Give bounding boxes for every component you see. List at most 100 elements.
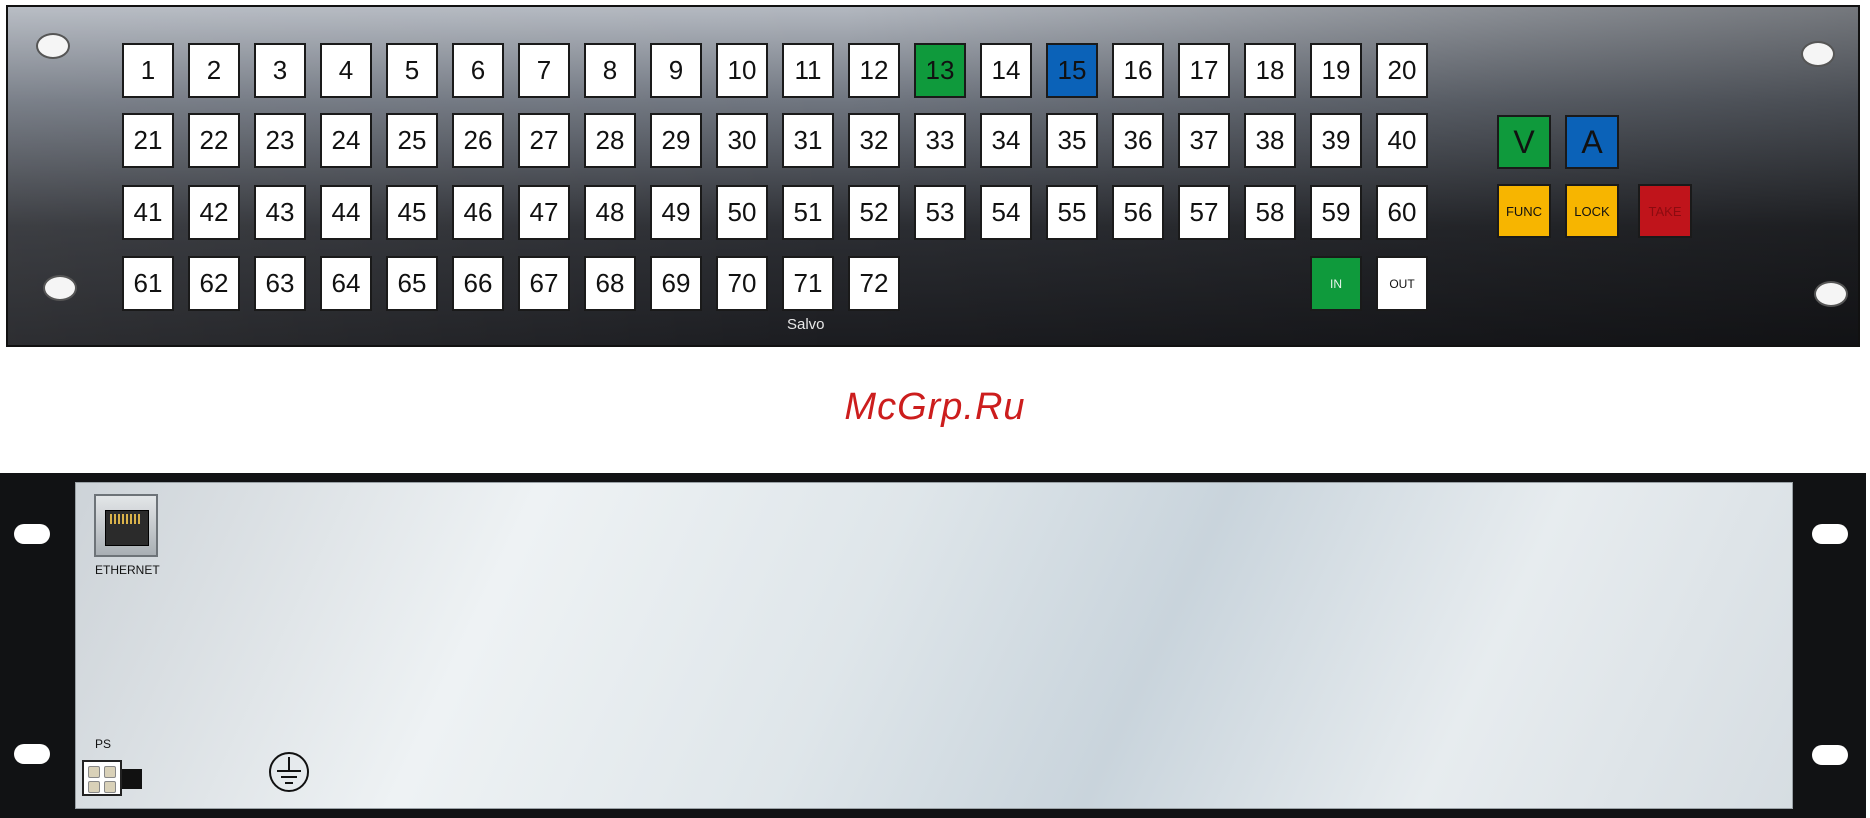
key-53[interactable]: 53 [914, 185, 966, 240]
key-57[interactable]: 57 [1178, 185, 1230, 240]
key-14[interactable]: 14 [980, 43, 1032, 98]
key-68[interactable]: 68 [584, 256, 636, 311]
key-45[interactable]: 45 [386, 185, 438, 240]
key-39[interactable]: 39 [1310, 113, 1362, 168]
key-33[interactable]: 33 [914, 113, 966, 168]
mount-hole-top-right [1801, 41, 1835, 67]
key-17[interactable]: 17 [1178, 43, 1230, 98]
mount-slot-bottom-right [1812, 745, 1848, 765]
out-key[interactable]: OUT [1376, 256, 1428, 311]
key-20[interactable]: 20 [1376, 43, 1428, 98]
key-43[interactable]: 43 [254, 185, 306, 240]
key-37[interactable]: 37 [1178, 113, 1230, 168]
key-29[interactable]: 29 [650, 113, 702, 168]
key-3[interactable]: 3 [254, 43, 306, 98]
func-key[interactable]: FUNC [1497, 184, 1551, 238]
key-41[interactable]: 41 [122, 185, 174, 240]
video-v-key[interactable]: V [1497, 115, 1551, 169]
key-60[interactable]: 60 [1376, 185, 1428, 240]
ethernet-port-icon[interactable] [94, 494, 158, 557]
key-46[interactable]: 46 [452, 185, 504, 240]
key-10[interactable]: 10 [716, 43, 768, 98]
rear-plate [75, 482, 1793, 809]
key-62[interactable]: 62 [188, 256, 240, 311]
take-key[interactable]: TAKE [1638, 184, 1692, 238]
mount-slot-top-right [1812, 524, 1848, 544]
key-56[interactable]: 56 [1112, 185, 1164, 240]
key-36[interactable]: 36 [1112, 113, 1164, 168]
key-70[interactable]: 70 [716, 256, 768, 311]
ps-pin [104, 781, 116, 793]
mount-slot-top-left [14, 524, 50, 544]
key-18[interactable]: 18 [1244, 43, 1296, 98]
key-67[interactable]: 67 [518, 256, 570, 311]
key-55[interactable]: 55 [1046, 185, 1098, 240]
key-71[interactable]: 71 [782, 256, 834, 311]
salvo-label: Salvo [787, 316, 825, 333]
key-50[interactable]: 50 [716, 185, 768, 240]
ground-symbol-icon [269, 752, 309, 792]
ethernet-pins [110, 514, 142, 524]
key-40[interactable]: 40 [1376, 113, 1428, 168]
power-supply-connector-icon[interactable] [82, 760, 142, 796]
key-48[interactable]: 48 [584, 185, 636, 240]
key-42[interactable]: 42 [188, 185, 240, 240]
key-25[interactable]: 25 [386, 113, 438, 168]
key-66[interactable]: 66 [452, 256, 504, 311]
key-63[interactable]: 63 [254, 256, 306, 311]
key-31[interactable]: 31 [782, 113, 834, 168]
ps-pin [88, 766, 100, 778]
key-21[interactable]: 21 [122, 113, 174, 168]
key-47[interactable]: 47 [518, 185, 570, 240]
key-28[interactable]: 28 [584, 113, 636, 168]
key-15-active-blue[interactable]: 15 [1046, 43, 1098, 98]
key-59[interactable]: 59 [1310, 185, 1362, 240]
ethernet-label: ETHERNET [95, 563, 160, 577]
key-7[interactable]: 7 [518, 43, 570, 98]
key-22[interactable]: 22 [188, 113, 240, 168]
front-panel: 1 2 3 4 5 6 7 8 9 10 11 12 13 14 15 16 1… [6, 5, 1860, 347]
key-61[interactable]: 61 [122, 256, 174, 311]
key-12[interactable]: 12 [848, 43, 900, 98]
mount-hole-top-left [36, 33, 70, 59]
key-54[interactable]: 54 [980, 185, 1032, 240]
key-6[interactable]: 6 [452, 43, 504, 98]
key-8[interactable]: 8 [584, 43, 636, 98]
key-24[interactable]: 24 [320, 113, 372, 168]
mount-hole-bottom-right [1814, 281, 1848, 307]
audio-a-key[interactable]: A [1565, 115, 1619, 169]
lock-key[interactable]: LOCK [1565, 184, 1619, 238]
key-49[interactable]: 49 [650, 185, 702, 240]
key-19[interactable]: 19 [1310, 43, 1362, 98]
key-13-active-green[interactable]: 13 [914, 43, 966, 98]
key-72[interactable]: 72 [848, 256, 900, 311]
ps-label: PS [95, 737, 112, 751]
key-65[interactable]: 65 [386, 256, 438, 311]
key-1[interactable]: 1 [122, 43, 174, 98]
key-58[interactable]: 58 [1244, 185, 1296, 240]
key-5[interactable]: 5 [386, 43, 438, 98]
key-35[interactable]: 35 [1046, 113, 1098, 168]
key-9[interactable]: 9 [650, 43, 702, 98]
key-4[interactable]: 4 [320, 43, 372, 98]
ps-pin [104, 766, 116, 778]
ps-pin [88, 781, 100, 793]
key-32[interactable]: 32 [848, 113, 900, 168]
key-64[interactable]: 64 [320, 256, 372, 311]
key-11[interactable]: 11 [782, 43, 834, 98]
key-2[interactable]: 2 [188, 43, 240, 98]
key-44[interactable]: 44 [320, 185, 372, 240]
mount-hole-bottom-left [43, 275, 77, 301]
key-52[interactable]: 52 [848, 185, 900, 240]
key-16[interactable]: 16 [1112, 43, 1164, 98]
in-key[interactable]: IN [1310, 256, 1362, 311]
key-30[interactable]: 30 [716, 113, 768, 168]
key-34[interactable]: 34 [980, 113, 1032, 168]
key-38[interactable]: 38 [1244, 113, 1296, 168]
key-51[interactable]: 51 [782, 185, 834, 240]
key-27[interactable]: 27 [518, 113, 570, 168]
key-23[interactable]: 23 [254, 113, 306, 168]
key-69[interactable]: 69 [650, 256, 702, 311]
mount-slot-bottom-left [14, 744, 50, 764]
key-26[interactable]: 26 [452, 113, 504, 168]
